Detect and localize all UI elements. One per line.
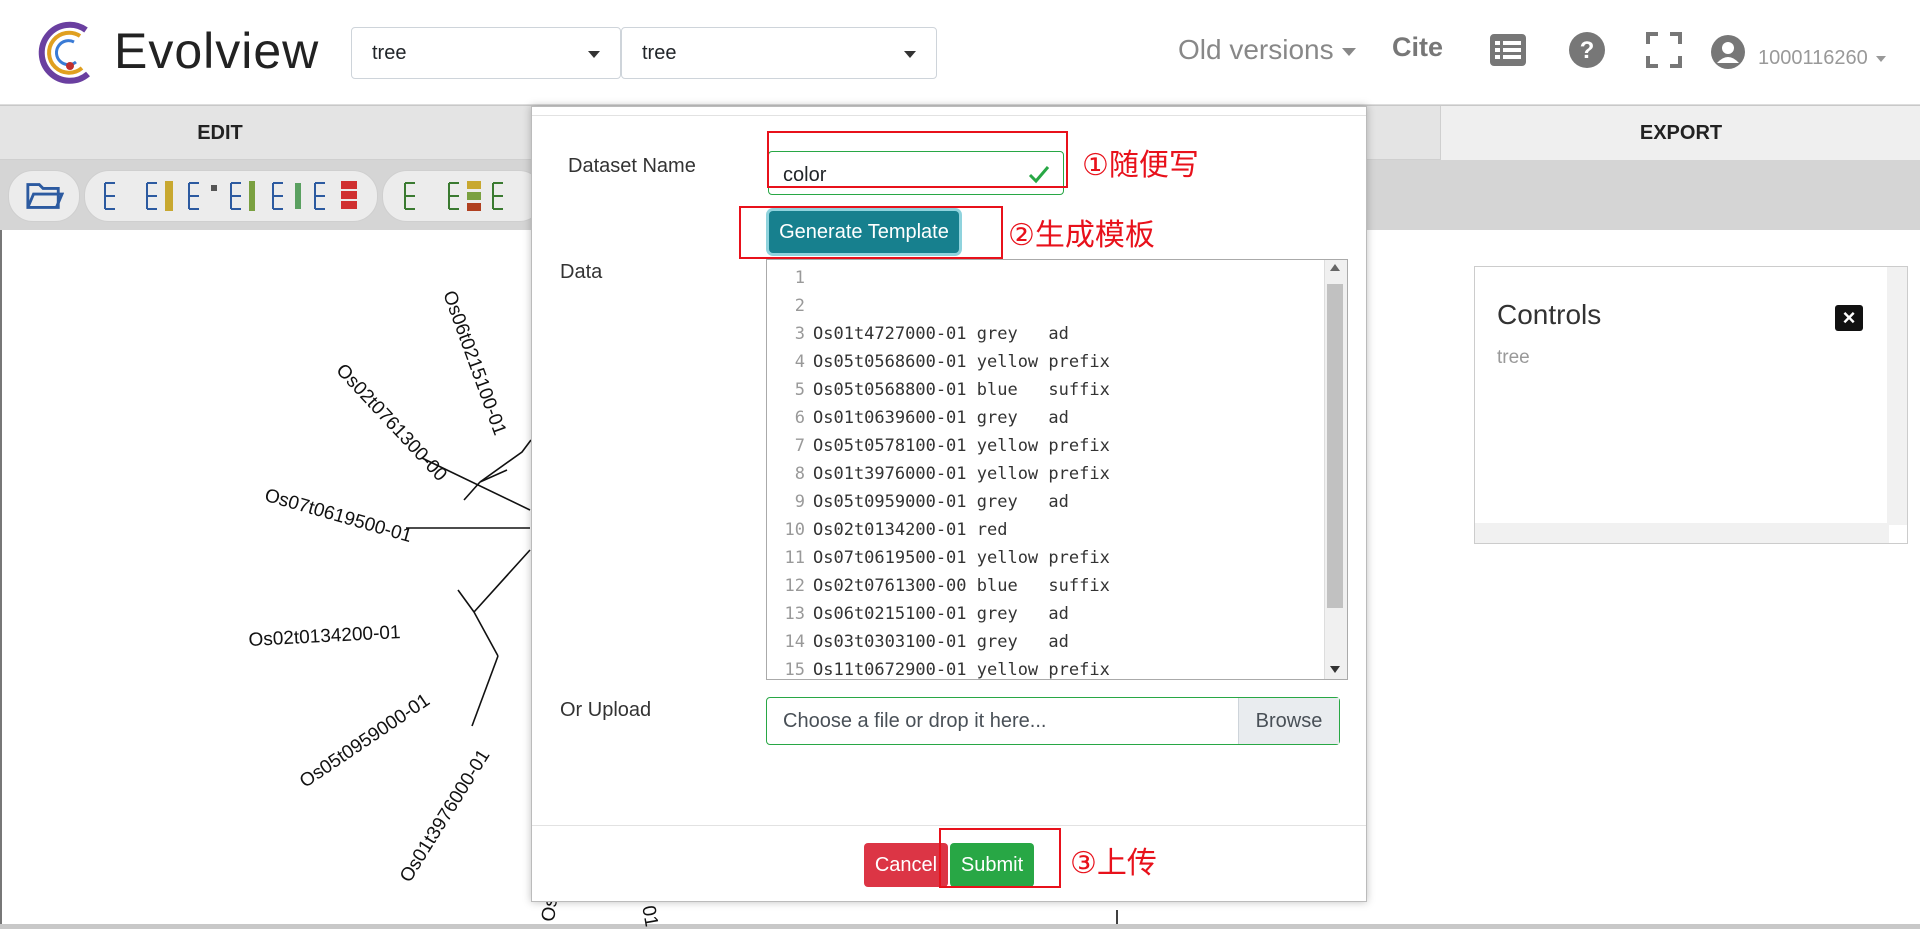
- editor-line: 1: [767, 264, 813, 292]
- line-text: Os02t0761300-00 blue suffix: [813, 576, 1110, 596]
- user-id: 1000116260: [1758, 47, 1868, 69]
- line-text: Os05t0568800-01 blue suffix: [813, 380, 1110, 400]
- controls-panel: Controls tree ×: [1474, 266, 1908, 544]
- toolbar-group-layout: [84, 170, 378, 222]
- line-text: Os07t0619500-01 yellow prefix: [813, 548, 1110, 568]
- user-avatar-icon[interactable]: [1710, 34, 1746, 70]
- cite-link[interactable]: Cite: [1392, 32, 1443, 63]
- editor-line: 5 Os05t0568800-01 blue suffix: [767, 376, 1110, 404]
- line-number: 15: [784, 660, 805, 680]
- tree-select-2-value: tree: [642, 42, 677, 64]
- tree-select-1[interactable]: tree: [351, 27, 621, 79]
- editor-line: 9 Os05t0959000-01 grey ad: [767, 488, 1069, 516]
- editor-line: 11 Os07t0619500-01 yellow prefix: [767, 544, 1110, 572]
- line-number: 3: [794, 324, 805, 344]
- browse-button[interactable]: Browse: [1238, 698, 1339, 744]
- line-text: Os06t0215100-01 grey ad: [813, 604, 1069, 624]
- editor-line: 2: [767, 292, 813, 320]
- controls-title: Controls: [1497, 299, 1602, 330]
- line-text: Os11t0672900-01 yellow prefix: [813, 660, 1110, 680]
- annotation-step-2: ②生成模板: [1008, 218, 1155, 253]
- editor-line: 10 Os02t0134200-01 red: [767, 516, 1008, 544]
- annotation-box-generate: [739, 206, 1003, 259]
- controls-horizontal-scrollbar[interactable]: [1475, 523, 1889, 543]
- editor-line: 15 Os11t0672900-01 yellow prefix: [767, 656, 1110, 680]
- line-number: 14: [784, 632, 805, 652]
- brand-title[interactable]: Evolview: [114, 22, 319, 80]
- close-icon[interactable]: ×: [1835, 305, 1863, 331]
- line-text: Os02t0134200-01 red: [813, 520, 1008, 540]
- dataset-name-label: Dataset Name: [568, 155, 696, 177]
- svg-text:?: ?: [1580, 37, 1595, 64]
- user-menu[interactable]: 1000116260: [1758, 47, 1886, 70]
- annotation-step-1: ①随便写: [1082, 148, 1199, 183]
- line-text: Os01t0639600-01 grey ad: [813, 408, 1069, 428]
- chevron-down-icon: [904, 51, 916, 58]
- line-number: 13: [784, 604, 805, 624]
- data-label: Data: [560, 261, 603, 283]
- cancel-button[interactable]: Cancel: [864, 843, 948, 887]
- editor-line: 4 Os05t0568600-01 yellow prefix: [767, 348, 1110, 376]
- line-text: Os03t0303100-01 grey ad: [813, 632, 1069, 652]
- folder-open-icon[interactable]: [24, 177, 64, 215]
- editor-line: 6 Os01t0639600-01 grey ad: [767, 404, 1069, 432]
- controls-vertical-scrollbar[interactable]: [1887, 267, 1907, 525]
- file-upload-input[interactable]: Choose a file or drop it here... Browse: [766, 697, 1340, 745]
- line-number: 6: [794, 408, 805, 428]
- toolbar-group-file: [8, 170, 80, 222]
- list-icon[interactable]: [1488, 30, 1528, 70]
- line-number: 10: [784, 520, 805, 540]
- scroll-up-icon[interactable]: [1330, 264, 1340, 271]
- dataset-icons[interactable]: [383, 171, 543, 221]
- toolbar-group-datasets: [382, 170, 544, 222]
- line-number: 11: [784, 548, 805, 568]
- caret-down-icon: [1875, 55, 1886, 62]
- controls-subtitle: tree: [1497, 347, 1530, 368]
- tree-select-1-value: tree: [372, 42, 407, 64]
- editor-line: 12 Os02t0761300-00 blue suffix: [767, 572, 1110, 600]
- navbar: Evolview tree tree Old versions Cite ? 1…: [0, 0, 1920, 105]
- editor-scrollbar[interactable]: [1324, 260, 1347, 679]
- line-number: 7: [794, 436, 805, 456]
- modal-divider: [532, 115, 1366, 116]
- line-number: 1: [794, 268, 805, 288]
- editor-line: 3 Os01t4727000-01 grey ad: [767, 320, 1069, 348]
- tree-select-2[interactable]: tree: [621, 27, 937, 79]
- data-editor[interactable]: 1 2 3 Os01t4727000-01 grey ad 4 Os05t0568600-…: [766, 259, 1348, 680]
- line-text: Os01t3976000-01 yellow prefix: [813, 464, 1110, 484]
- fullscreen-icon[interactable]: [1644, 30, 1684, 70]
- upload-label: Or Upload: [560, 699, 652, 721]
- line-text: Os05t0959000-01 grey ad: [813, 492, 1069, 512]
- tab-export[interactable]: EXPORT: [1440, 106, 1920, 160]
- old-versions-label: Old versions: [1178, 34, 1334, 65]
- annotation-box-submit: [939, 828, 1061, 888]
- evolview-logo-icon[interactable]: [36, 18, 98, 86]
- line-text: Os05t0578100-01 yellow prefix: [813, 436, 1110, 456]
- tree-leaf-label[interactable]: 01: [636, 904, 661, 929]
- scroll-down-icon[interactable]: [1330, 666, 1340, 673]
- editor-line: 7 Os05t0578100-01 yellow prefix: [767, 432, 1110, 460]
- line-text: Os05t0568600-01 yellow prefix: [813, 352, 1110, 372]
- annotation-step-3: ③上传: [1070, 846, 1157, 881]
- editor-line: 13 Os06t0215100-01 grey ad: [767, 600, 1069, 628]
- chevron-down-icon: [588, 51, 600, 58]
- line-number: 5: [794, 380, 805, 400]
- line-number: 8: [794, 464, 805, 484]
- line-number: 12: [784, 576, 805, 596]
- editor-scroll-thumb[interactable]: [1327, 284, 1343, 608]
- caret-down-icon: [1341, 47, 1356, 56]
- line-number: 4: [794, 352, 805, 372]
- upload-placeholder: Choose a file or drop it here...: [783, 710, 1047, 732]
- old-versions-dropdown[interactable]: Old versions: [1178, 34, 1356, 66]
- help-icon[interactable]: ?: [1567, 30, 1607, 70]
- tree-layout-icons[interactable]: [85, 171, 377, 221]
- line-number: 2: [794, 296, 805, 316]
- annotation-box-dataset: [767, 131, 1068, 188]
- editor-line: 14 Os03t0303100-01 grey ad: [767, 628, 1069, 656]
- tab-edit[interactable]: EDIT: [0, 106, 440, 160]
- line-number: 9: [794, 492, 805, 512]
- line-text: Os01t4727000-01 grey ad: [813, 324, 1069, 344]
- editor-line: 8 Os01t3976000-01 yellow prefix: [767, 460, 1110, 488]
